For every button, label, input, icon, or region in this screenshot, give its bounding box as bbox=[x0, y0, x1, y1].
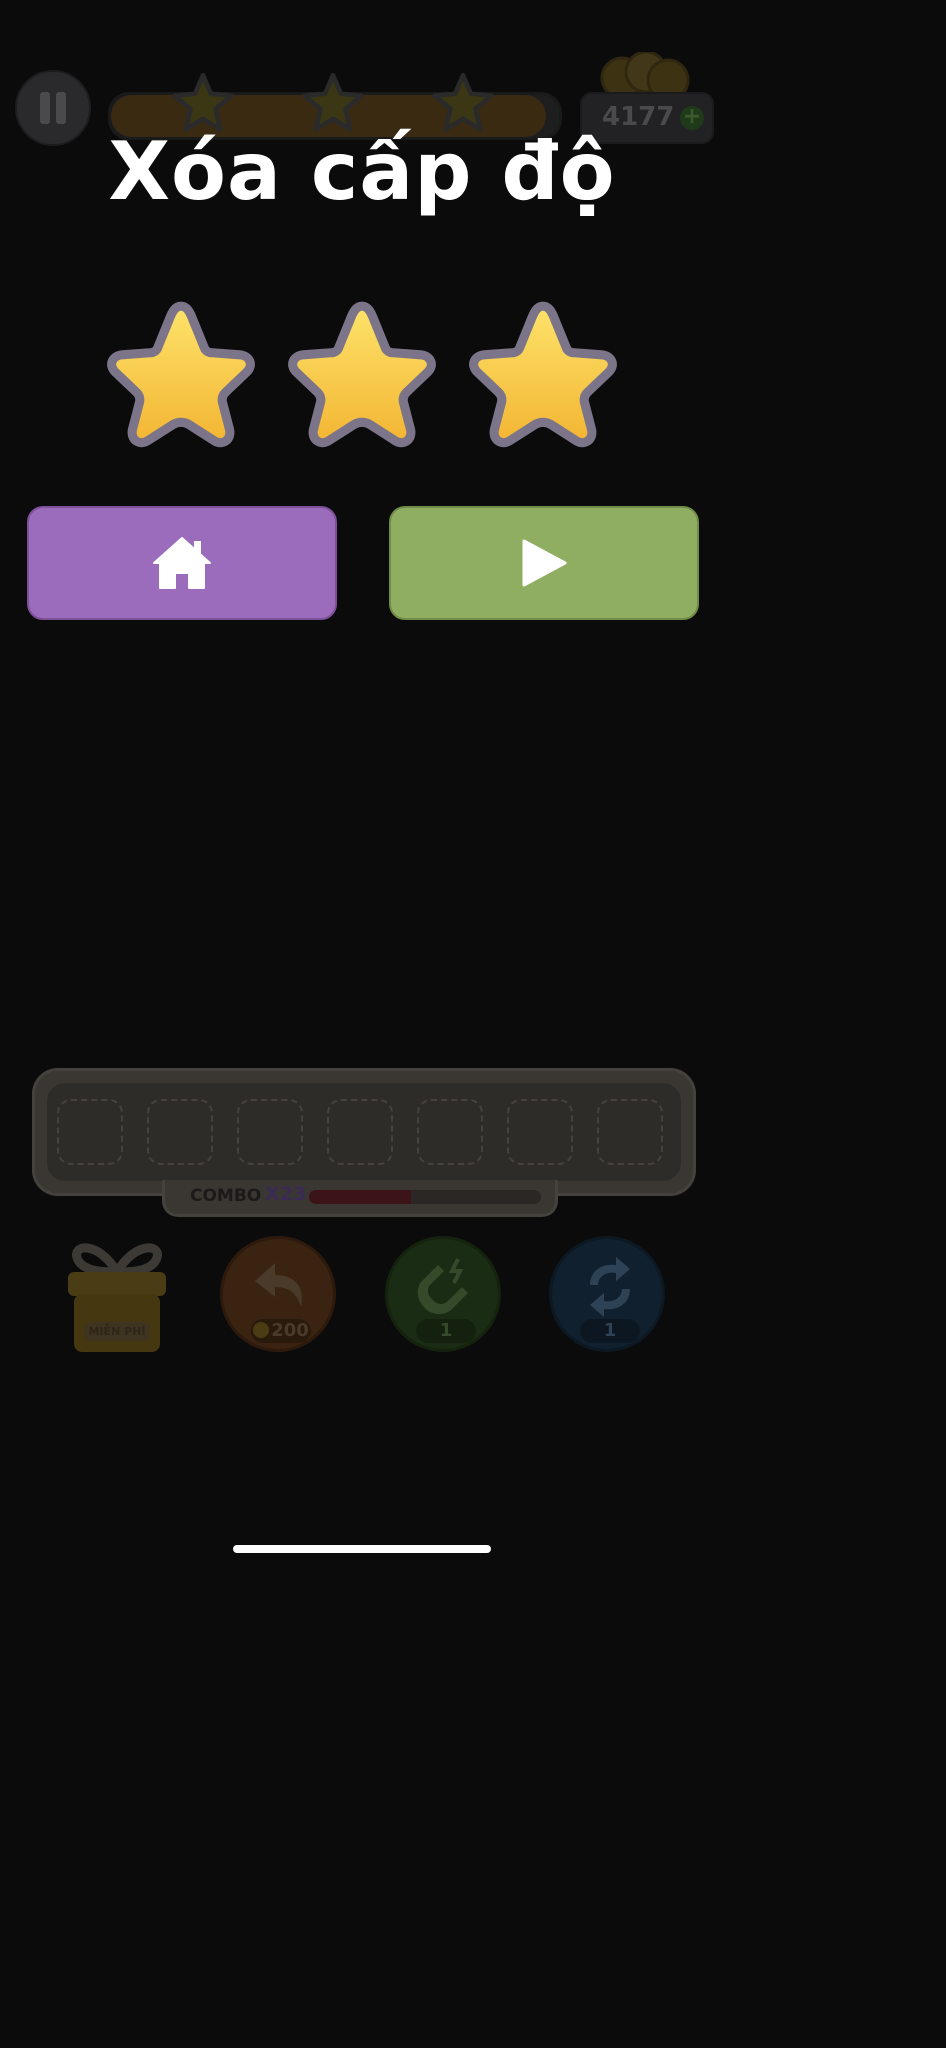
gift-label: MIỄN PHÍ bbox=[84, 1322, 150, 1341]
tray-slot bbox=[327, 1099, 393, 1165]
level-complete-title: Xóa cấp độ bbox=[108, 125, 616, 218]
home-button[interactable] bbox=[27, 506, 337, 620]
tile-tray bbox=[32, 1068, 696, 1196]
free-gift-button[interactable]: MIỄN PHÍ bbox=[58, 1230, 176, 1360]
shuffle-icon bbox=[590, 1257, 630, 1317]
home-icon bbox=[153, 537, 211, 589]
undo-cost: 200 bbox=[271, 1320, 309, 1341]
combo-progress-fill bbox=[309, 1190, 412, 1204]
home-indicator[interactable] bbox=[233, 1545, 491, 1553]
tray-slot bbox=[507, 1099, 573, 1165]
tray-slot bbox=[417, 1099, 483, 1165]
magnet-icon bbox=[417, 1258, 468, 1315]
shuffle-count: 1 bbox=[580, 1319, 640, 1343]
combo-label: COMBO bbox=[190, 1186, 262, 1206]
tray-slot bbox=[597, 1099, 663, 1165]
combo-value: X23 bbox=[265, 1183, 307, 1205]
coin-icon bbox=[253, 1322, 270, 1338]
combo-progress-track bbox=[309, 1190, 541, 1204]
tray-slot bbox=[237, 1099, 303, 1165]
earned-star-icon bbox=[107, 301, 255, 448]
combo-meter: COMBO X23 bbox=[162, 1180, 558, 1217]
tray-slot bbox=[57, 1099, 123, 1165]
shuffle-booster-button[interactable]: 1 bbox=[549, 1236, 665, 1352]
earned-star-icon bbox=[469, 301, 617, 448]
magnet-count: 1 bbox=[416, 1319, 476, 1343]
undo-booster-button[interactable]: 200 bbox=[220, 1236, 336, 1352]
magnet-booster-button[interactable]: 1 bbox=[385, 1236, 501, 1352]
pause-icon bbox=[40, 92, 50, 124]
play-icon bbox=[522, 539, 567, 587]
earned-star-icon bbox=[288, 301, 436, 448]
tray-slot bbox=[147, 1099, 213, 1165]
next-level-button[interactable] bbox=[389, 506, 699, 620]
undo-icon bbox=[255, 1263, 302, 1307]
